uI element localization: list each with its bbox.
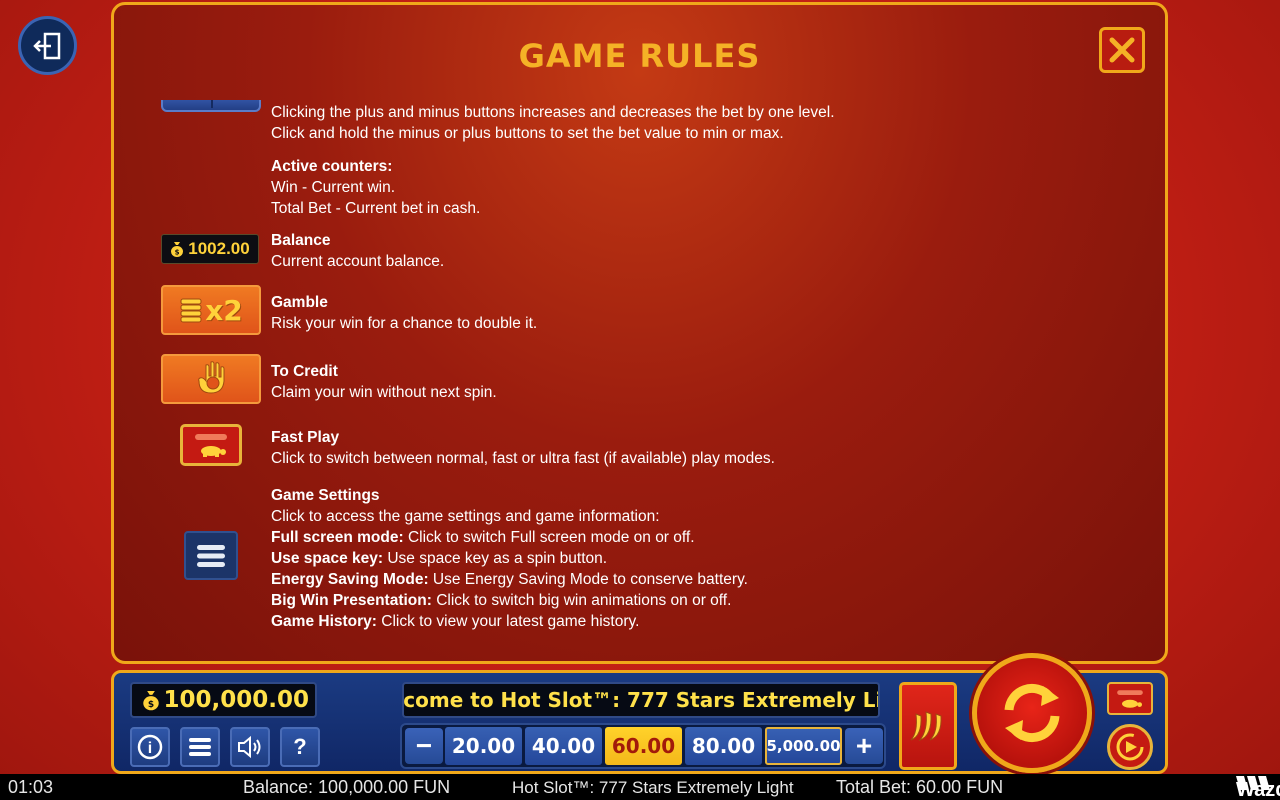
balance-counter-icon: $ 1002.00 bbox=[161, 234, 259, 264]
help-button[interactable]: ? bbox=[280, 727, 320, 767]
rule-text: Risk your win for a chance to double it. bbox=[271, 315, 538, 332]
money-bag-icon: $ bbox=[143, 691, 159, 711]
rule-text: Click to access the game settings and ga… bbox=[271, 508, 660, 525]
info-icon: i bbox=[137, 734, 163, 760]
status-balance: Balance: 100,000.00 FUN bbox=[243, 777, 451, 797]
bet-option[interactable]: 80.00 bbox=[685, 727, 762, 765]
svg-text:$: $ bbox=[148, 700, 154, 710]
bet-option-selected[interactable]: 60.00 bbox=[605, 727, 682, 765]
menu-icon bbox=[197, 544, 225, 567]
rule-balance: Balance Current account balance. bbox=[271, 230, 971, 272]
rule-text: Clicking the plus and minus buttons incr… bbox=[271, 104, 835, 121]
brand-name: Wazdan bbox=[1236, 779, 1280, 800]
rule-gamble: Gamble Risk your win for a chance to dou… bbox=[271, 292, 971, 334]
turtle-icon bbox=[195, 434, 227, 457]
bet-minus-button[interactable]: − bbox=[405, 728, 443, 764]
status-game-name: Hot Slot™: 777 Stars Extremely Light bbox=[512, 778, 794, 797]
rule-fast-play: Fast Play Click to switch between normal… bbox=[271, 427, 971, 469]
game-settings-icon bbox=[184, 531, 238, 580]
balance-value: 100,000.00 bbox=[163, 687, 309, 713]
rule-title: Gamble bbox=[271, 294, 328, 311]
rule-text: Win - Current win. bbox=[271, 179, 396, 196]
clock: 01:03 bbox=[8, 777, 54, 797]
rule-text: Claim your win without next spin. bbox=[271, 384, 497, 401]
gamble-icon-label: x2 bbox=[205, 293, 243, 327]
rule-game-settings: Game Settings Click to access the game s… bbox=[271, 485, 971, 632]
chili-button[interactable] bbox=[899, 682, 957, 770]
rule-bet-buttons: Clicking the plus and minus buttons incr… bbox=[271, 102, 971, 144]
settings-item: Energy Saving Mode: Use Energy Saving Mo… bbox=[271, 571, 748, 588]
rules-scroll-area[interactable]: Clicking the plus and minus buttons incr… bbox=[114, 100, 1165, 647]
message-ticker: Welcome to Hot Slot™: 777 Stars Extremel… bbox=[402, 682, 880, 718]
rule-text: Current account balance. bbox=[271, 253, 445, 270]
gamble-icon: x2 bbox=[161, 285, 261, 335]
status-bar: 01:03 Balance: 100,000.00 FUN Hot Slot™:… bbox=[0, 774, 1280, 800]
menu-icon bbox=[189, 738, 211, 756]
svg-text:$: $ bbox=[175, 249, 180, 257]
game-rules-panel: GAME RULES Clicking the plus and minus b… bbox=[111, 2, 1168, 664]
close-button[interactable] bbox=[1099, 27, 1145, 73]
spin-arrows-icon bbox=[1004, 683, 1060, 743]
autoplay-button[interactable] bbox=[1107, 724, 1153, 770]
status-total-bet: Total Bet: 60.00 FUN bbox=[836, 777, 1004, 797]
bet-selector: − 20.00 40.00 60.00 80.00 5,000.00 + bbox=[400, 723, 886, 769]
money-bag-icon: $ bbox=[171, 242, 184, 257]
bet-buttons-icon bbox=[161, 100, 261, 112]
rule-text: Click and hold the minus or plus buttons… bbox=[271, 125, 784, 142]
turtle-icon bbox=[1117, 689, 1143, 708]
rule-to-credit: To Credit Claim your win without next sp… bbox=[271, 361, 971, 403]
balance-icon-value: 1002.00 bbox=[188, 239, 250, 258]
to-credit-icon bbox=[161, 354, 261, 404]
rule-text: Total Bet - Current bet in cash. bbox=[271, 200, 481, 217]
spin-button[interactable] bbox=[972, 653, 1092, 773]
rule-text: Click to switch between normal, fast or … bbox=[271, 450, 775, 467]
wazdan-logo: Wazdan bbox=[1236, 776, 1280, 800]
speaker-icon bbox=[238, 735, 261, 759]
fast-play-button[interactable] bbox=[1107, 682, 1153, 715]
close-icon bbox=[1109, 37, 1135, 63]
coins-icon bbox=[180, 298, 202, 323]
exit-button[interactable] bbox=[18, 16, 77, 75]
svg-text:i: i bbox=[148, 740, 152, 757]
rule-title: Active counters: bbox=[271, 158, 393, 175]
settings-item: Game History: Click to view your latest … bbox=[271, 613, 640, 630]
rule-title: To Credit bbox=[271, 363, 338, 380]
settings-item: Big Win Presentation: Click to switch bi… bbox=[271, 592, 732, 609]
sound-button[interactable] bbox=[230, 727, 270, 767]
fast-play-icon bbox=[180, 424, 242, 466]
settings-item: Use space key: Use space key as a spin b… bbox=[271, 550, 608, 567]
bet-option[interactable]: 40.00 bbox=[525, 727, 602, 765]
rule-title: Balance bbox=[271, 232, 331, 249]
rule-title: Game Settings bbox=[271, 487, 380, 504]
page-title: GAME RULES bbox=[518, 37, 761, 75]
exit-icon bbox=[32, 32, 60, 59]
autoplay-icon bbox=[1116, 733, 1144, 761]
hand-coin-icon bbox=[198, 361, 225, 394]
chili-icon bbox=[910, 711, 942, 742]
rule-title: Fast Play bbox=[271, 429, 340, 446]
bet-plus-button[interactable]: + bbox=[845, 728, 883, 764]
menu-button[interactable] bbox=[180, 727, 220, 767]
control-bar: $ 100,000.00 i ? Welcome to Hot Slot™: 7… bbox=[111, 653, 1168, 774]
info-button[interactable]: i bbox=[130, 727, 170, 767]
bet-option[interactable]: 20.00 bbox=[445, 727, 522, 765]
balance-display: $ 100,000.00 bbox=[130, 682, 317, 718]
help-icon: ? bbox=[293, 734, 307, 759]
settings-item: Full screen mode: Click to switch Full s… bbox=[271, 529, 695, 546]
rule-active-counters: Active counters: Win - Current win. Tota… bbox=[271, 156, 971, 219]
bet-option-max[interactable]: 5,000.00 bbox=[765, 727, 842, 765]
